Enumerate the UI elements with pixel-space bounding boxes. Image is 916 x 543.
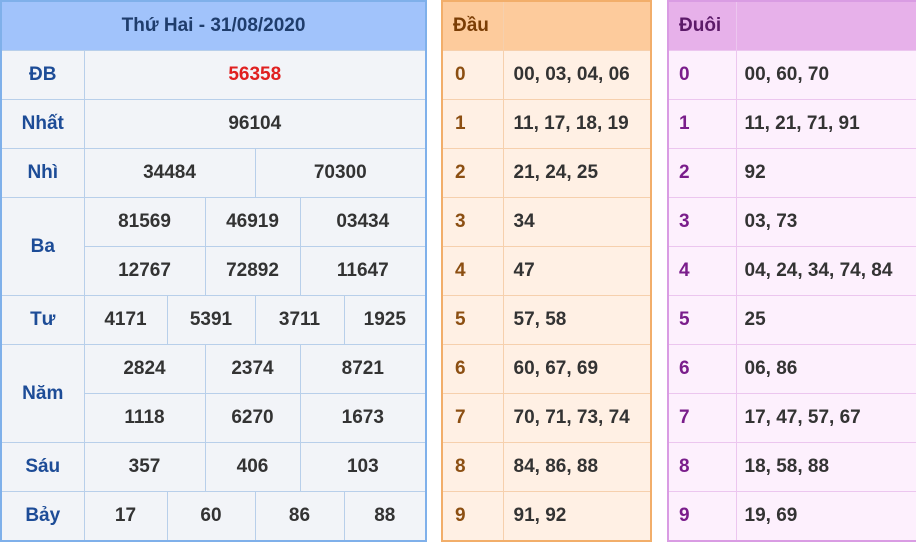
prize-label-fifth: Năm — [0, 344, 85, 443]
tail-digit: 7 — [667, 393, 737, 443]
head-digit-values: 60, 67, 69 — [502, 344, 652, 394]
tail-digit-header: Đuôi — [667, 0, 737, 51]
head-digit-header: Đầu — [441, 0, 504, 51]
prize-number: 81569 — [83, 197, 206, 247]
prize-number: 5391 — [166, 295, 256, 345]
lottery-results-table: Thứ Hai - 31/08/2020 ĐB 56358 Nhất 96104… — [0, 0, 428, 542]
prize-number-special: 56358 — [83, 50, 427, 100]
head-digit-values: 57, 58 — [502, 295, 652, 345]
prize-number: 1925 — [343, 295, 427, 345]
prize-label-first: Nhất — [0, 99, 85, 149]
prize-number: 17 — [83, 491, 168, 542]
head-digit-values: 84, 86, 88 — [502, 442, 652, 492]
head-digit: 0 — [441, 50, 504, 100]
tail-digit: 5 — [667, 295, 737, 345]
prize-number: 6270 — [204, 393, 301, 443]
tail-digit-values: 11, 21, 71, 91 — [735, 99, 916, 149]
head-digit: 6 — [441, 344, 504, 394]
tail-digit-values: 18, 58, 88 — [735, 442, 916, 492]
tail-digit-values: 04, 24, 34, 74, 84 — [735, 246, 916, 296]
tail-digit: 1 — [667, 99, 737, 149]
prize-number: 96104 — [83, 99, 427, 149]
head-digit-values: 21, 24, 25 — [502, 148, 652, 198]
results-date-title: Thứ Hai - 31/08/2020 — [0, 0, 427, 51]
head-digit: 3 — [441, 197, 504, 247]
head-digit-values: 70, 71, 73, 74 — [502, 393, 652, 443]
tail-digit: 6 — [667, 344, 737, 394]
prize-number: 60 — [166, 491, 256, 542]
tail-digit-values: 19, 69 — [735, 491, 916, 542]
prize-number: 70300 — [254, 148, 427, 198]
prize-number: 406 — [204, 442, 301, 492]
head-digit-values: 11, 17, 18, 19 — [502, 99, 652, 149]
head-digit: 1 — [441, 99, 504, 149]
prize-number: 12767 — [83, 246, 206, 296]
prize-number: 34484 — [83, 148, 256, 198]
head-digit: 9 — [441, 491, 504, 542]
tail-digit-values: 00, 60, 70 — [735, 50, 916, 100]
prize-label-sixth: Sáu — [0, 442, 85, 492]
head-digit: 8 — [441, 442, 504, 492]
tail-digit-values: 25 — [735, 295, 916, 345]
tail-digit: 8 — [667, 442, 737, 492]
prize-number: 11647 — [299, 246, 427, 296]
tail-digit: 4 — [667, 246, 737, 296]
prize-label-second: Nhì — [0, 148, 85, 198]
prize-number: 8721 — [299, 344, 427, 394]
prize-number: 72892 — [204, 246, 301, 296]
head-digit-values: 91, 92 — [502, 491, 652, 542]
tail-digit-values: 03, 73 — [735, 197, 916, 247]
prize-number: 2824 — [83, 344, 206, 394]
tail-digit-values: 17, 47, 57, 67 — [735, 393, 916, 443]
prize-number: 03434 — [299, 197, 427, 247]
prize-label-third: Ba — [0, 197, 85, 296]
prize-number: 86 — [254, 491, 345, 542]
tail-digit-values: 06, 86 — [735, 344, 916, 394]
head-digit: 7 — [441, 393, 504, 443]
tail-digit: 9 — [667, 491, 737, 542]
tail-digit-table: Đuôi 0 00, 60, 70 1 11, 21, 71, 91 2 92 3 03… — [667, 0, 916, 542]
prize-number: 88 — [343, 491, 427, 542]
prize-number: 1673 — [299, 393, 427, 443]
prize-label-fourth: Tư — [0, 295, 85, 345]
prize-label-special: ĐB — [0, 50, 85, 100]
prize-number: 4171 — [83, 295, 168, 345]
tail-digit: 0 — [667, 50, 737, 100]
prize-number: 46919 — [204, 197, 301, 247]
head-digit-table: Đầu 0 00, 03, 04, 06 1 11, 17, 18, 19 2 21,… — [441, 0, 652, 542]
head-digit: 2 — [441, 148, 504, 198]
prize-number: 357 — [83, 442, 206, 492]
head-digit: 5 — [441, 295, 504, 345]
prize-number: 3711 — [254, 295, 345, 345]
tail-digit-values: 92 — [735, 148, 916, 198]
head-digit-values: 00, 03, 04, 06 — [502, 50, 652, 100]
tail-digit: 2 — [667, 148, 737, 198]
head-digit-header-blank — [502, 0, 652, 51]
prize-number: 1118 — [83, 393, 206, 443]
head-digit-values: 47 — [502, 246, 652, 296]
head-digit-values: 34 — [502, 197, 652, 247]
prize-label-seventh: Bảy — [0, 491, 85, 542]
tail-digit: 3 — [667, 197, 737, 247]
tail-digit-header-blank — [735, 0, 916, 51]
prize-number: 2374 — [204, 344, 301, 394]
head-digit: 4 — [441, 246, 504, 296]
prize-number: 103 — [299, 442, 427, 492]
